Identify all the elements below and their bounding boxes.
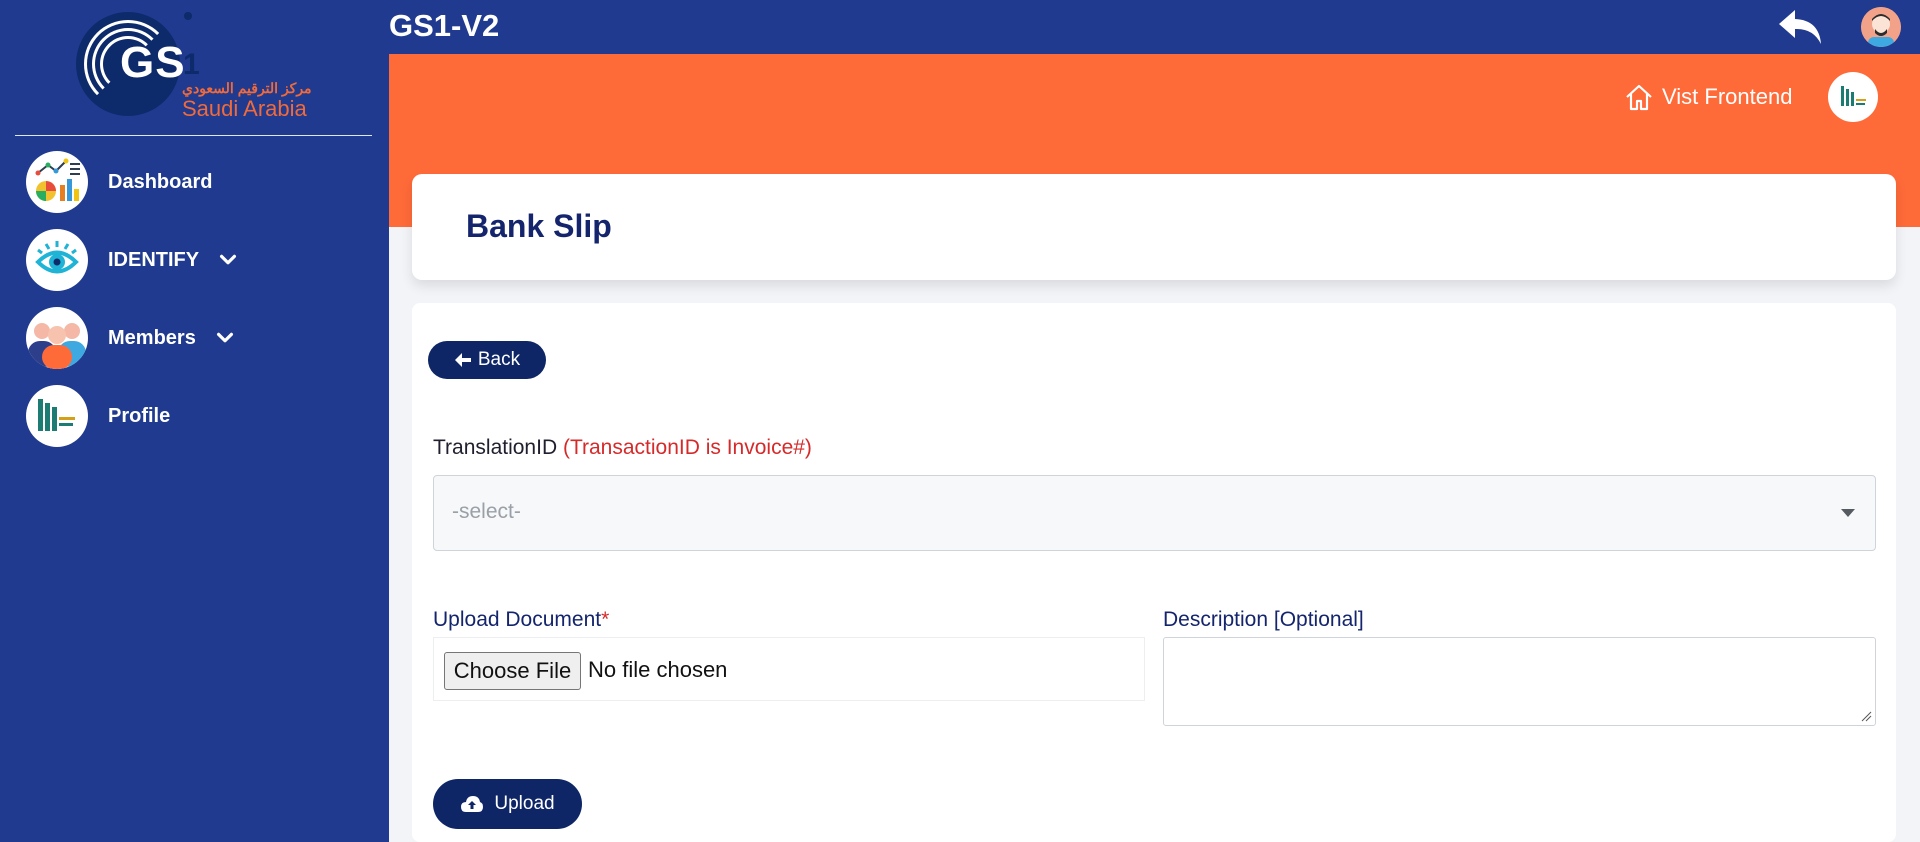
- description-label: Description [Optional]: [1163, 608, 1364, 631]
- translation-id-label: TranslationID (TransactionID is Invoice#…: [433, 436, 812, 460]
- visit-frontend-link[interactable]: Vist Frontend: [1624, 82, 1792, 112]
- eye-icon: [26, 229, 88, 291]
- caret-down-icon: [1841, 509, 1855, 517]
- sidebar-item-dashboard[interactable]: Dashboard: [26, 151, 366, 213]
- back-button[interactable]: Back: [428, 341, 546, 379]
- sidebar-item-label: Profile: [108, 404, 171, 427]
- logo-dot: [184, 12, 192, 20]
- sidebar-item-label: IDENTIFY: [108, 248, 200, 271]
- sidebar: GS 1 مركز الترقيم السعودي Saudi Arabia D…: [0, 0, 389, 842]
- dashboard-charts-icon: [26, 151, 88, 213]
- description-textarea[interactable]: [1163, 637, 1876, 726]
- sidebar-item-profile[interactable]: Profile: [26, 385, 366, 447]
- logo-text: GS: [120, 38, 186, 87]
- top-bar: GS1-V2: [389, 0, 1920, 54]
- page-title: Bank Slip: [466, 208, 612, 244]
- reply-arrow-icon[interactable]: [1777, 6, 1825, 48]
- sidebar-item-label: Members: [108, 326, 196, 349]
- chevron-down-icon[interactable]: [217, 249, 239, 271]
- home-icon: [1626, 84, 1652, 111]
- gs1-logo[interactable]: GS 1 مركز الترقيم السعودي Saudi Arabia: [0, 0, 389, 135]
- user-avatar-icon[interactable]: [1861, 7, 1901, 47]
- people-group-icon: [26, 307, 88, 369]
- app-title: GS1-V2: [389, 8, 500, 43]
- file-status-text: No file chosen: [588, 657, 728, 682]
- page-title-card: Bank Slip: [412, 174, 1896, 280]
- choose-file-button[interactable]: Choose File: [444, 652, 581, 690]
- chevron-down-icon[interactable]: [214, 327, 236, 349]
- sidebar-divider: [15, 135, 372, 136]
- translation-id-select-value: -select-: [452, 500, 521, 523]
- upload-button[interactable]: Upload: [433, 779, 582, 829]
- required-mark: *: [601, 608, 610, 631]
- translation-id-select[interactable]: -select-: [433, 475, 1876, 551]
- sidebar-item-identify[interactable]: IDENTIFY: [26, 229, 366, 291]
- arrow-left-icon: [454, 353, 471, 367]
- resize-grip-icon[interactable]: [1860, 710, 1872, 722]
- company-logo-icon[interactable]: [1828, 72, 1878, 122]
- visit-frontend-label: Vist Frontend: [1662, 84, 1793, 109]
- cloud-upload-icon: [461, 796, 484, 812]
- upload-document-field[interactable]: Choose File No file chosen: [433, 637, 1145, 701]
- logo-arabic-text: مركز الترقيم السعودي: [182, 80, 312, 96]
- logo-region-text: Saudi Arabia: [182, 96, 307, 121]
- translation-id-label-text: TranslationID: [433, 436, 558, 459]
- upload-document-label-text: Upload Document: [433, 608, 602, 631]
- bank-slip-form: Back TranslationID (TransactionID is Inv…: [412, 303, 1896, 842]
- translation-id-hint: (TransactionID is Invoice#): [562, 436, 812, 459]
- upload-button-label: Upload: [494, 793, 555, 814]
- sidebar-item-members[interactable]: Members: [26, 307, 366, 369]
- back-button-label: Back: [477, 349, 521, 370]
- upload-document-label: Upload Document*: [433, 608, 609, 632]
- logo-one: 1: [183, 48, 200, 81]
- sidebar-item-label: Dashboard: [108, 170, 213, 193]
- company-building-logo-icon: [26, 385, 88, 447]
